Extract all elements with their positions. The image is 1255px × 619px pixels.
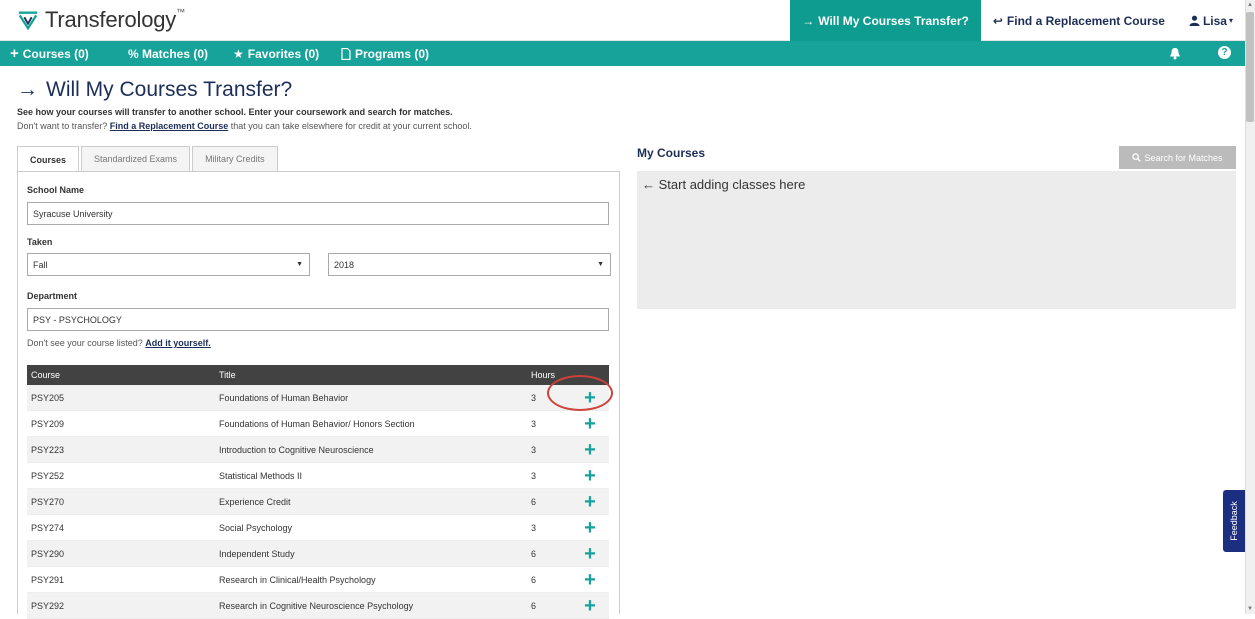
search-icon — [1132, 153, 1142, 162]
taken-label: Taken — [27, 237, 53, 247]
arrow-right-icon: → — [17, 78, 38, 101]
arrow-back-icon: ↩ — [992, 13, 1003, 28]
table-row: PSY205 Foundations of Human Behavior 3 + — [27, 385, 609, 411]
top-bar: Transferology™ → Will My Courses Transfe… — [0, 0, 1245, 41]
bell-icon[interactable] — [1169, 47, 1181, 60]
my-courses-list: ← Start adding classes here — [637, 171, 1236, 309]
year-select[interactable]: 2018 ▼ — [328, 253, 611, 276]
caret-down-icon: ▼ — [597, 261, 604, 268]
course-table: Course Title Hours PSY205 Foundations of… — [27, 365, 609, 619]
table-row: PSY291 Research in Clinical/Health Psych… — [27, 567, 609, 593]
toolbar: + Courses (0) % Matches (0) ★ Favorites … — [0, 41, 1245, 66]
empty-hint: ← Start adding classes here — [642, 177, 806, 192]
add-course-icon[interactable]: + — [584, 518, 596, 538]
table-body: PSY205 Foundations of Human Behavior 3 +… — [27, 385, 609, 619]
caret-down-icon: ▼ — [296, 261, 303, 268]
caret-down-icon: ▾ — [1228, 16, 1233, 25]
logo-icon — [18, 11, 38, 31]
scroll-thumb[interactable] — [1246, 12, 1254, 122]
table-row: PSY270 Experience Credit 6 + — [27, 489, 609, 515]
table-row: PSY209 Foundations of Human Behavior/ Ho… — [27, 411, 609, 437]
intro-text: See how your courses will transfer to an… — [17, 107, 453, 117]
star-icon: ★ — [233, 46, 244, 61]
user-menu[interactable]: Lisa ▾ — [1177, 0, 1245, 41]
nav-will-my-courses-transfer[interactable]: → Will My Courses Transfer? — [790, 0, 981, 41]
vertical-scrollbar[interactable]: ▲ ▼ — [1245, 0, 1255, 614]
my-courses-title: My Courses — [637, 146, 706, 160]
logo-text: Transferology™ — [45, 7, 185, 32]
add-course-icon[interactable]: + — [584, 466, 596, 486]
nav-find-replacement-course[interactable]: ↩ Find a Replacement Course — [981, 0, 1177, 41]
table-row: PSY274 Social Psychology 3 + — [27, 515, 609, 541]
table-row: PSY292 Research in Cognitive Neuroscienc… — [27, 593, 609, 619]
logo[interactable]: Transferology™ — [17, 7, 185, 33]
add-course-hint: Don't see your course listed? Add it you… — [27, 338, 211, 348]
courses-count-button[interactable]: + Courses (0) — [10, 45, 89, 62]
arrow-left-icon: ← — [642, 177, 655, 192]
plus-icon: + — [10, 45, 19, 62]
intro-subtext: Don't want to transfer? Find a Replaceme… — [17, 121, 472, 131]
term-select[interactable]: Fall ▼ — [27, 253, 310, 276]
user-icon — [1189, 15, 1200, 26]
department-input[interactable]: PSY - PSYCHOLOGY — [27, 308, 609, 331]
document-icon — [341, 47, 351, 60]
table-row: PSY290 Independent Study 6 + — [27, 541, 609, 567]
scroll-up-icon[interactable]: ▲ — [1247, 2, 1253, 8]
search-for-matches-button[interactable]: Search for Matches — [1119, 146, 1236, 169]
add-course-icon[interactable]: + — [584, 440, 596, 460]
help-icon[interactable]: ? — [1218, 46, 1231, 59]
add-course-icon[interactable]: + — [584, 570, 596, 590]
scroll-down-icon[interactable]: ▼ — [1247, 606, 1253, 612]
add-course-icon[interactable]: + — [584, 492, 596, 512]
table-row: PSY223 Introduction to Cognitive Neurosc… — [27, 437, 609, 463]
find-replacement-link[interactable]: Find a Replacement Course — [110, 121, 229, 131]
tab-courses[interactable]: Courses — [17, 146, 80, 172]
arrow-right-icon: → — [802, 13, 815, 28]
tab-standardized-exams[interactable]: Standardized Exams — [81, 146, 191, 171]
school-name-label: School Name — [27, 185, 85, 195]
table-header: Course Title Hours — [27, 365, 609, 385]
department-label: Department — [27, 291, 78, 301]
add-it-yourself-link[interactable]: Add it yourself. — [145, 338, 211, 348]
favorites-count-button[interactable]: ★ Favorites (0) — [233, 47, 319, 61]
table-row: PSY252 Statistical Methods II 3 + — [27, 463, 609, 489]
highlight-circle — [547, 375, 613, 411]
school-name-input[interactable]: Syracuse University — [27, 202, 609, 225]
feedback-button[interactable]: Feedback — [1223, 490, 1245, 552]
input-tabs: Courses Standardized Exams Military Cred… — [17, 146, 280, 172]
course-entry-panel: School Name Syracuse University Taken Fa… — [17, 171, 620, 619]
tab-military-credits[interactable]: Military Credits — [192, 146, 278, 171]
add-course-icon[interactable]: + — [584, 596, 596, 616]
add-course-icon[interactable]: + — [584, 544, 596, 564]
programs-count-button[interactable]: Programs (0) — [341, 47, 429, 61]
page-title: → Will My Courses Transfer? — [17, 78, 293, 101]
matches-count-button[interactable]: % Matches (0) — [128, 47, 208, 61]
add-course-icon[interactable]: + — [584, 414, 596, 434]
